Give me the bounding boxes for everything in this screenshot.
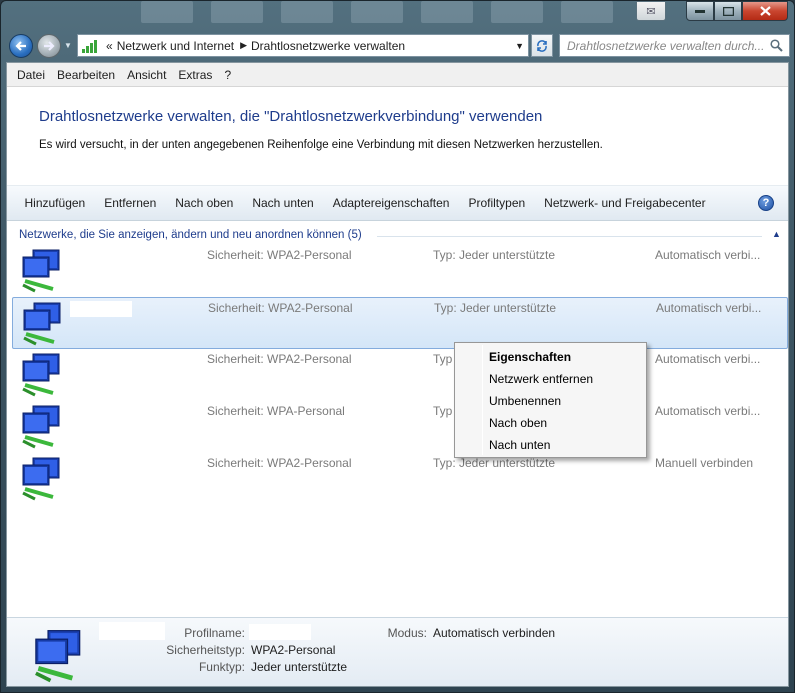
menu-ansicht[interactable]: Ansicht bbox=[121, 68, 172, 82]
group-header[interactable]: Netzwerke, die Sie anzeigen, ändern und … bbox=[19, 229, 362, 241]
search-icon[interactable] bbox=[770, 39, 783, 52]
network-list: Sicherheit: WPA2-Personal Typ: Jeder unt… bbox=[7, 245, 788, 505]
wireless-network-icon bbox=[22, 457, 60, 501]
ctx-move-up[interactable]: Nach oben bbox=[455, 412, 646, 434]
menu-extras[interactable]: Extras bbox=[172, 68, 218, 82]
navigation-bar: ▼ « Netzwerk und Internet ▶ Drahtlosnetz… bbox=[7, 33, 790, 59]
network-type: Typ: Jeder unterstützte bbox=[433, 456, 556, 470]
network-row[interactable]: Sicherheit: WPA2-Personal Typ: Jeder unt… bbox=[7, 245, 788, 297]
network-name-redacted bbox=[70, 301, 132, 317]
network-row-selected[interactable]: Sicherheit: WPA2-Personal Typ: Jeder unt… bbox=[12, 297, 788, 349]
menu-datei[interactable]: Datei bbox=[11, 68, 51, 82]
menu-bearbeiten[interactable]: Bearbeiten bbox=[51, 68, 121, 82]
network-security: Sicherheit: WPA-Personal bbox=[207, 404, 345, 418]
maximize-button[interactable] bbox=[714, 1, 742, 21]
radio-type-value: Jeder unterstützte bbox=[251, 660, 348, 674]
ctx-move-down[interactable]: Nach unten bbox=[455, 434, 646, 456]
network-type: Typ: Jeder unterstützte bbox=[434, 301, 557, 315]
arrow-right-icon bbox=[44, 41, 55, 51]
page-header: Drahtlosnetzwerke verwalten, die "Drahtl… bbox=[7, 87, 788, 185]
breadcrumb-separator-icon[interactable]: ▶ bbox=[240, 40, 247, 51]
close-icon bbox=[759, 6, 771, 16]
caption-buttons bbox=[686, 1, 788, 21]
collapse-group-icon[interactable]: ▲ bbox=[772, 229, 781, 239]
network-row[interactable]: Sicherheit: WPA-Personal Typ Automatisch… bbox=[7, 401, 788, 453]
network-name-redacted bbox=[65, 351, 171, 373]
network-type: Typ: Jeder unterstützte bbox=[433, 248, 556, 262]
network-mode: Automatisch verbi... bbox=[655, 404, 761, 418]
client-area: Datei Bearbeiten Ansicht Extras ? Drahtl… bbox=[6, 62, 789, 687]
adapter-properties-button[interactable]: Adaptereigenschaften bbox=[323, 196, 459, 210]
maximize-icon bbox=[722, 6, 734, 16]
move-down-button[interactable]: Nach unten bbox=[243, 196, 323, 210]
context-menu-gutter bbox=[482, 345, 483, 455]
network-mode: Automatisch verbi... bbox=[655, 248, 761, 262]
ctx-rename[interactable]: Umbenennen bbox=[455, 390, 646, 412]
address-dropdown-icon[interactable]: ▼ bbox=[515, 41, 524, 51]
security-type-value: WPA2-Personal bbox=[251, 643, 336, 657]
menu-help[interactable]: ? bbox=[218, 68, 237, 82]
add-button[interactable]: Hinzufügen bbox=[15, 196, 95, 210]
menu-bar: Datei Bearbeiten Ansicht Extras ? bbox=[7, 63, 788, 87]
envelope-icon[interactable]: ✉ bbox=[636, 1, 666, 21]
network-name-redacted bbox=[65, 403, 171, 425]
network-mode: Automatisch verbi... bbox=[655, 352, 761, 366]
network-security: Sicherheit: WPA2-Personal bbox=[207, 456, 352, 470]
profile-name-label: Profilname: bbox=[184, 626, 245, 640]
page-description: Es wird versucht, in der unten angegeben… bbox=[39, 139, 603, 151]
security-type-label: Sicherheitstyp: bbox=[166, 643, 245, 657]
forward-button[interactable] bbox=[37, 34, 61, 58]
help-icon[interactable]: ? bbox=[758, 195, 774, 211]
radio-type-label: Funktyp: bbox=[198, 660, 245, 674]
address-bar[interactable]: « Netzwerk und Internet ▶ Drahtlosnetzwe… bbox=[77, 34, 529, 57]
network-security: Sicherheit: WPA2-Personal bbox=[207, 352, 352, 366]
breadcrumb-network-internet[interactable]: Netzwerk und Internet bbox=[117, 39, 234, 53]
network-type: Typ bbox=[433, 404, 453, 418]
recent-pages-dropdown[interactable]: ▼ bbox=[64, 41, 72, 50]
wireless-network-icon bbox=[22, 405, 60, 449]
breadcrumb-overflow[interactable]: « bbox=[106, 39, 113, 53]
network-security: Sicherheit: WPA2-Personal bbox=[208, 301, 353, 315]
network-mode: Manuell verbinden bbox=[655, 456, 754, 470]
remove-button[interactable]: Entfernen bbox=[95, 196, 166, 210]
ctx-properties[interactable]: Eigenschaften bbox=[455, 346, 646, 368]
arrow-left-icon bbox=[15, 41, 26, 51]
details-pane: Profilname: Sicherheitstyp: WPA2-Persona… bbox=[7, 617, 788, 686]
network-name-redacted bbox=[65, 247, 171, 269]
wireless-network-icon bbox=[22, 249, 60, 293]
network-mode: Automatisch verbi... bbox=[656, 301, 762, 315]
move-up-button[interactable]: Nach oben bbox=[166, 196, 243, 210]
breadcrumb-manage-wireless[interactable]: Drahtlosnetzwerke verwalten bbox=[251, 39, 405, 53]
network-row[interactable]: Sicherheit: WPA2-Personal Typ Automatisc… bbox=[7, 349, 788, 401]
network-sharing-center-button[interactable]: Netzwerk- und Freigabecenter bbox=[535, 196, 715, 210]
refresh-button[interactable] bbox=[531, 34, 553, 57]
back-button[interactable] bbox=[9, 34, 33, 58]
context-menu: Eigenschaften Netzwerk entfernen Umbenen… bbox=[454, 342, 647, 458]
refresh-icon bbox=[537, 39, 547, 52]
wireless-network-icon bbox=[23, 302, 61, 346]
page-title: Drahtlosnetzwerke verwalten, die "Drahtl… bbox=[39, 108, 543, 125]
profile-name-redacted bbox=[249, 624, 311, 640]
mode-label: Modus: bbox=[387, 626, 427, 640]
network-signal-icon bbox=[82, 39, 98, 53]
search-input[interactable]: Drahtlosnetzwerke verwalten durch... bbox=[559, 34, 790, 57]
command-toolbar: Hinzufügen Entfernen Nach oben Nach unte… bbox=[7, 185, 788, 221]
profile-types-button[interactable]: Profiltypen bbox=[459, 196, 535, 210]
minimize-button[interactable] bbox=[686, 1, 714, 21]
close-button[interactable] bbox=[742, 1, 788, 21]
aero-glass-background bbox=[141, 1, 661, 31]
group-divider bbox=[377, 236, 762, 237]
network-name-redacted bbox=[65, 455, 171, 477]
mode-value: Automatisch verbinden bbox=[433, 626, 556, 640]
minimize-icon bbox=[695, 10, 705, 13]
network-type: Typ bbox=[433, 352, 453, 366]
wireless-network-icon bbox=[35, 630, 81, 683]
wireless-network-icon bbox=[22, 353, 60, 397]
network-security: Sicherheit: WPA2-Personal bbox=[207, 248, 352, 262]
ctx-remove-network[interactable]: Netzwerk entfernen bbox=[455, 368, 646, 390]
search-placeholder: Drahtlosnetzwerke verwalten durch... bbox=[567, 38, 765, 53]
network-row[interactable]: Sicherheit: WPA2-Personal Typ: Jeder unt… bbox=[7, 453, 788, 505]
